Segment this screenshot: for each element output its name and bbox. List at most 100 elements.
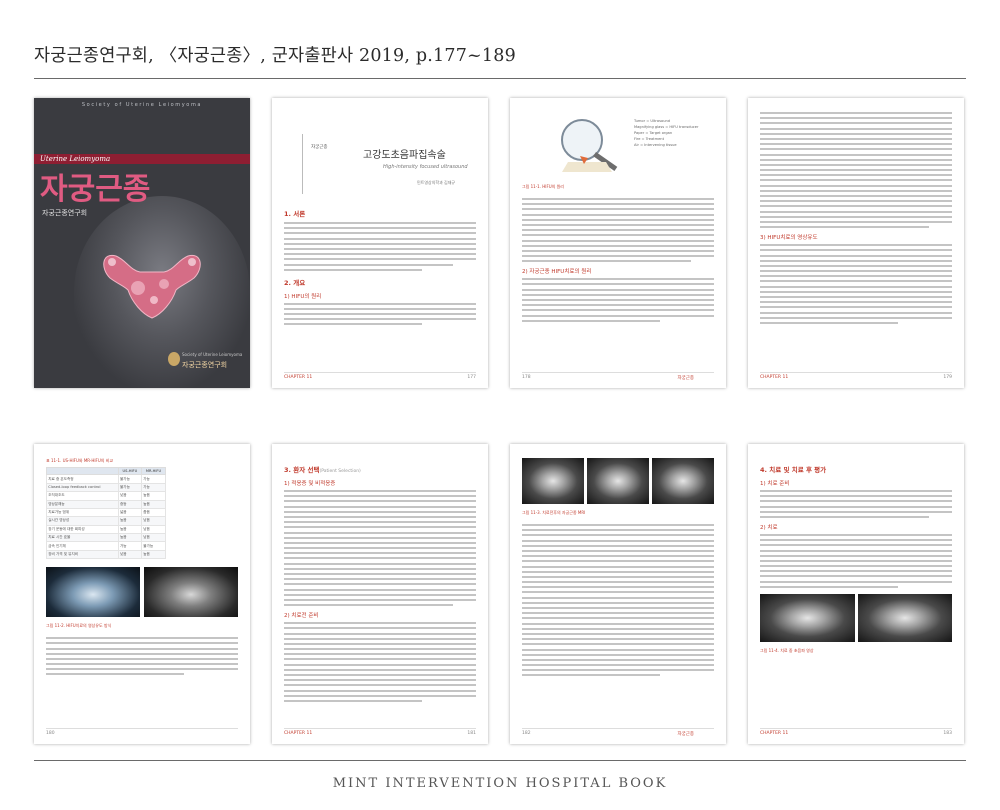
page-number: 178 — [522, 375, 531, 380]
cover-subtitle: 자궁근종연구회 — [42, 209, 88, 217]
page-footer: CHAPTER 11 177 — [284, 372, 476, 380]
page-footer: CHAPTER 11 183 — [760, 728, 952, 736]
page-number: 183 — [943, 731, 952, 736]
chapter-title: 고강도초음파집속술 — [363, 150, 446, 161]
page-number: 180 — [46, 731, 55, 736]
footer-chapter: CHAPTER 11 — [284, 731, 313, 736]
chapter-title-en: High-intensity focused ultrasound — [383, 164, 468, 170]
cover-band-text: Uterine Leiomyoma — [40, 155, 111, 163]
subsection-heading: 2) 치료 — [760, 524, 778, 531]
body-text — [522, 278, 714, 322]
footer-chapter: 자궁근종 — [677, 376, 694, 381]
page-180[interactable]: 표 11-1. US-HIFU와 MR-HIFU의 비교 US-HIFU MR-… — [34, 444, 250, 744]
ultrasound-figure — [760, 593, 952, 642]
book-page-gallery: Society of Uterine Leiomyoma Uterine Lei… — [34, 98, 966, 744]
figure-caption: 그림 11-1. HIFU의 원리 — [522, 184, 564, 189]
header-title: 자궁근종연구회, 〈자궁근종〉, 군자출판사 2019, p.177~189 — [34, 46, 516, 66]
ultrasound-image — [857, 593, 952, 642]
subsection-heading: 1) 치료 준비 — [760, 481, 790, 487]
page-footer: 180 — [46, 728, 238, 736]
uterus-illustration — [103, 254, 201, 319]
table-row: Closed-loop feedback control 불가능 가능 — [46, 482, 166, 493]
chapter-tag: 자궁근종 — [311, 145, 328, 150]
page-number: 182 — [522, 731, 531, 736]
body-text — [284, 622, 476, 702]
publisher-logo-icon — [168, 352, 180, 366]
publisher-small-text: Society of Uterine Leiomyoma — [182, 352, 243, 357]
page-181[interactable]: 3. 환자 선택(Patient Selection) 1) 적응증 및 비적응… — [272, 444, 488, 744]
table-row: 금속 인기체 가능 불가능 — [46, 541, 166, 551]
top-divider — [34, 78, 966, 79]
body-text — [522, 198, 714, 263]
table-row: 실시간 영상성 높음 낮음 — [46, 516, 166, 526]
table-row: 장기 운동에 대한 회피성 높음 낮음 — [46, 524, 166, 535]
section-heading: 1. 서론 — [284, 210, 306, 218]
cover-title: 자궁근종 — [40, 172, 151, 207]
book-cover[interactable]: Society of Uterine Leiomyoma Uterine Lei… — [34, 98, 250, 388]
subsection-heading: 3) HIFU치료의 영상유도 — [760, 235, 818, 242]
bottom-divider — [34, 760, 966, 761]
chapter-author: 민트영상의학과 김재규 — [417, 180, 456, 185]
figure-caption: 그림 11-4. 치료 중 초음파 영상 — [760, 647, 814, 653]
footer-brand: MINT INTERVENTION HOSPITAL BOOK — [332, 776, 668, 791]
table-row: 치료가능 범위 넓음 좁음 — [46, 507, 166, 518]
table-row: 조직대조도 낮음 높음 — [46, 491, 166, 501]
fibroid-3 — [150, 296, 158, 304]
footer-chapter: CHAPTER 11 — [284, 375, 313, 380]
table-row: 치료 시간 효율 높음 낮음 — [46, 532, 166, 543]
body-text — [46, 637, 238, 676]
cover-publisher: 자궁근종연구회 — [182, 361, 228, 369]
page-179[interactable]: 3) HIFU치료의 영상유도 CHAPTER 11 179 — [748, 98, 964, 388]
fibroid-1 — [131, 281, 145, 295]
body-text — [284, 490, 476, 607]
table-row: 장비 가격 및 유지비 낮음 높음 — [46, 549, 166, 560]
subsection-heading: 1) 적응증 및 비적응증 — [284, 481, 336, 487]
body-text — [284, 222, 476, 271]
body-text — [760, 533, 952, 588]
hifu-comparison-table: US-HIFU MR-HIFU 치료 중 온도측정 불가능 가능 Closed-lo… — [46, 466, 166, 560]
mri-image — [587, 458, 649, 504]
subsection-heading: 2) 치료전 준비 — [284, 613, 319, 620]
footer-chapter: CHAPTER 11 — [760, 375, 789, 380]
table-row: 치료 중 온도측정 불가능 가능 — [46, 474, 166, 484]
figure-legend: Tumor = Ultrasound Magnifying glass = HI… — [634, 119, 699, 147]
ultrasound-image — [760, 593, 855, 642]
body-text — [760, 244, 952, 324]
body-text — [760, 112, 952, 229]
page-number: 177 — [467, 375, 476, 380]
page-183[interactable]: 4. 치료 및 치료 후 평가 1) 치료 준비 2) 치료 그림 11-4. … — [748, 444, 964, 744]
mri-image — [144, 567, 238, 618]
mri-figure-row — [522, 458, 714, 504]
cover-series-text: Society of Uterine Leiomyoma — [81, 102, 203, 108]
section-heading: 2. 개요 — [284, 278, 306, 287]
page-number: 181 — [467, 731, 476, 736]
footer-chapter: CHAPTER 11 — [760, 731, 789, 736]
page-footer: CHAPTER 11 181 — [284, 728, 476, 736]
body-text — [760, 490, 952, 518]
body-text — [522, 524, 714, 677]
figure-caption: 그림 11-2. HIFU치료의 영상유도 방식 — [46, 623, 112, 629]
subsection-heading: 2) 자궁근종 HIFU치료의 원리 — [522, 269, 592, 276]
page-177[interactable]: 자궁근종 고강도초음파집속술 High-intensity focused ul… — [272, 98, 488, 388]
page-number: 179 — [943, 375, 952, 380]
figure-caption: 그림 11-3. 치료전후의 자궁근종 MRI — [522, 510, 586, 515]
section-heading: 3. 환자 선택(Patient Selection) — [284, 466, 361, 474]
table-caption: 표 11-1. US-HIFU와 MR-HIFU의 비교 — [46, 458, 114, 463]
subsection-heading: 1) HIFU의 원리 — [284, 293, 322, 300]
section-heading: 4. 치료 및 치료 후 평가 — [760, 466, 827, 474]
chapter-heading: 자궁근종 고강도초음파집속술 High-intensity focused ul… — [302, 134, 472, 194]
footer-chapter: 자궁근종 — [677, 732, 694, 737]
body-text — [284, 302, 476, 326]
ultrasound-figure — [46, 567, 238, 618]
hifu-principle-figure: Tumor = Ultrasound Magnifying glass = HI… — [522, 112, 714, 178]
fibroid-2 — [159, 279, 169, 289]
page-182[interactable]: 그림 11-3. 치료전후의 자궁근종 MRI 182 자궁근종 — [510, 444, 726, 744]
mri-image — [522, 458, 584, 504]
page-footer: 182 자궁근종 — [522, 728, 714, 737]
ultrasound-image — [46, 567, 140, 618]
page-footer: 178 자궁근종 — [522, 372, 714, 381]
page-footer: CHAPTER 11 179 — [760, 372, 952, 380]
table-row: 영상분해능 중등 높음 — [46, 499, 166, 509]
mri-image — [652, 458, 714, 504]
page-178[interactable]: Tumor = Ultrasound Magnifying glass = HI… — [510, 98, 726, 388]
